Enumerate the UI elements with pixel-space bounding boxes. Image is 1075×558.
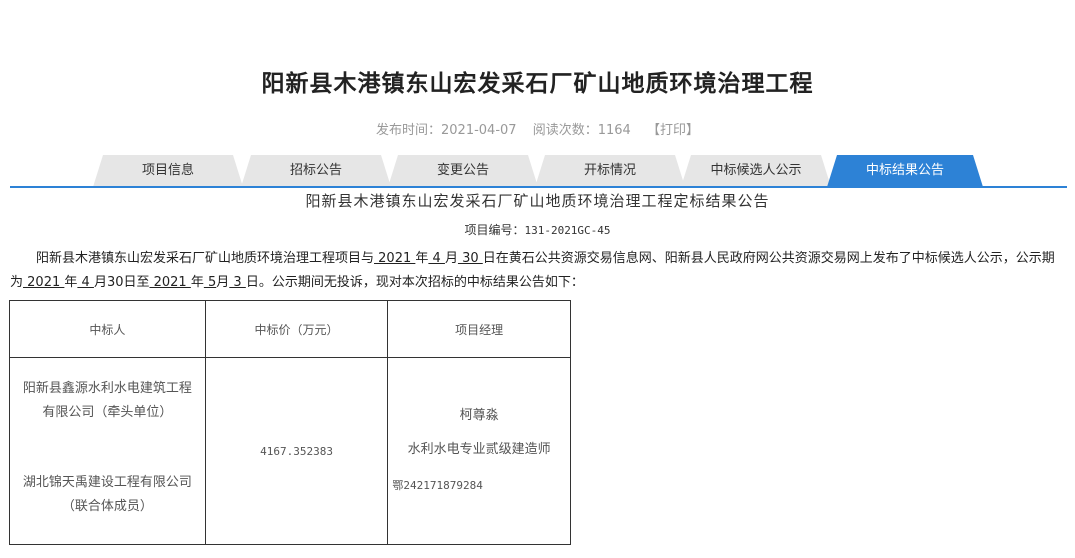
- para-text: 月: [216, 275, 230, 290]
- para-text: 日。公示期间无投诉，现对本次招标的中标结果公告如下：: [245, 275, 584, 290]
- para-text: 月30日至: [93, 275, 150, 290]
- para-month: 4: [428, 251, 445, 266]
- tab-award-result[interactable]: 中标结果公告: [827, 155, 983, 187]
- para-day: 30: [457, 251, 483, 266]
- para-month: 5: [203, 275, 217, 290]
- para-text: 阳新县木港镇东山宏发采石厂矿山地质环境治理工程项目与: [36, 251, 375, 266]
- award-result-table: 中标人 中标价（万元） 项目经理 阳新县鑫源水利水电建筑工程 有限公司（牵头单位…: [9, 300, 571, 545]
- para-text: 月: [444, 251, 458, 266]
- tab-tender-notice[interactable]: 招标公告: [241, 155, 391, 187]
- read-label: 阅读次数：: [532, 123, 598, 138]
- lead-winner: 阳新县鑫源水利水电建筑工程 有限公司（牵头单位）: [14, 377, 201, 425]
- notice-title: 阳新县木港镇东山宏发采石厂矿山地质环境治理工程定标结果公告: [305, 192, 770, 210]
- publish-label: 发布时间：: [376, 123, 442, 138]
- article-meta: 发布时间：2021-04-07 阅读次数：1164 【打印】: [0, 119, 1075, 138]
- para-year: 2021: [23, 275, 65, 290]
- table-row: 阳新县鑫源水利水电建筑工程 有限公司（牵头单位） 湖北锦天禹建设工程有限公司 （…: [9, 357, 571, 545]
- manager-name: 柯尊淼: [459, 408, 499, 423]
- project-number: 项目编号：131-2021GC-45: [0, 221, 1075, 238]
- para-text: 年: [415, 251, 429, 266]
- tab-bid-opening[interactable]: 开标情况: [535, 155, 685, 187]
- tab-candidates[interactable]: 中标候选人公示: [681, 155, 831, 187]
- header-price: 中标价（万元）: [204, 300, 389, 358]
- table-header-row: 中标人 中标价（万元） 项目经理: [9, 300, 571, 358]
- manager-title: 水利水电专业贰级建造师: [407, 442, 551, 457]
- member-winner-line: （联合体成员）: [61, 499, 153, 514]
- tab-project-info[interactable]: 项目信息: [93, 155, 243, 187]
- winner-cell: 阳新县鑫源水利水电建筑工程 有限公司（牵头单位） 湖北锦天禹建设工程有限公司 （…: [9, 357, 206, 545]
- page-title: 阳新县木港镇东山宏发采石厂矿山地质环境治理工程: [261, 71, 814, 97]
- tab-change-notice[interactable]: 变更公告: [388, 155, 538, 187]
- manager-cert-number: 鄂242171879284: [392, 479, 483, 492]
- lead-winner-line: 阳新县鑫源水利水电建筑工程: [22, 381, 192, 396]
- para-month: 4: [77, 275, 94, 290]
- header-manager: 项目经理: [387, 300, 571, 358]
- publish-info: 发布时间：2021-04-07: [376, 123, 517, 138]
- price-cell: 4167.352383: [204, 357, 389, 545]
- publish-date: 2021-04-07: [441, 123, 517, 138]
- tab-bar: 项目信息 招标公告 变更公告 开标情况 中标候选人公示 中标结果公告: [93, 155, 993, 187]
- notice-paragraph: 阳新县木港镇东山宏发采石厂矿山地质环境治理工程项目与 2021 年 4 月 30…: [10, 247, 1065, 295]
- member-winner-line: 湖北锦天禹建设工程有限公司: [22, 475, 192, 490]
- manager-cell: 柯尊淼 水利水电专业贰级建造师 鄂242171879284: [387, 357, 571, 545]
- header-winner: 中标人: [9, 300, 206, 358]
- para-year: 2021: [149, 275, 191, 290]
- project-number-value: 131-2021GC-45: [524, 224, 611, 237]
- para-year: 2021: [374, 251, 416, 266]
- tab-divider: [10, 186, 1067, 188]
- print-link[interactable]: 【打印】: [647, 123, 699, 138]
- lead-winner-line: 有限公司（牵头单位）: [42, 405, 173, 420]
- para-text: 年: [190, 275, 204, 290]
- para-text: 年: [64, 275, 78, 290]
- member-winner: 湖北锦天禹建设工程有限公司 （联合体成员）: [14, 471, 201, 519]
- para-day: 3: [229, 275, 246, 290]
- manager-info: 柯尊淼 水利水电专业贰级建造师 鄂242171879284: [392, 404, 566, 498]
- read-info: 阅读次数：1164: [533, 123, 631, 138]
- project-number-label: 项目编号：: [464, 223, 525, 237]
- read-count: 1164: [597, 123, 631, 138]
